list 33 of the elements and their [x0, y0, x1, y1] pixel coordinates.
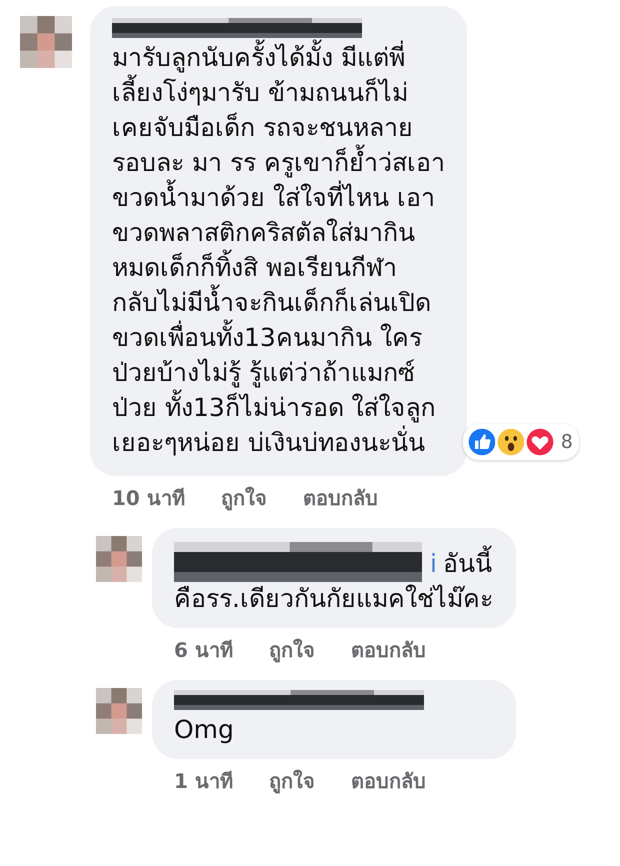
comment-text: เคยจับมือเด็ก รถจะชนหลาย: [112, 112, 413, 144]
reply-link[interactable]: ตอบกลับ: [302, 482, 378, 514]
comment-text: กลับไม่มีน้ำจะกินเด็กก็เล่นเปิด: [112, 285, 431, 320]
comment-text: Omg: [174, 714, 234, 746]
surprised-emoji-icon: [494, 426, 527, 458]
comment-text: รอบละ มา รร ครูเขาก็ย้ำว่สเอา: [112, 145, 445, 180]
reaction-count: 8: [560, 431, 573, 453]
comment-text: ขวดเพื่อนทั้ง13คนมากิน ใคร: [112, 320, 422, 355]
comment-text: ป่วยบ้างไม่รู้ รู้แต่ว่าถ้าแมกซ์: [112, 357, 415, 390]
comment-time: 6 นาที: [174, 637, 233, 664]
comment-text: ป่วย ทั้ง13ก็ไม่น่ารอด ใส่ใจลูก: [112, 390, 436, 425]
mention-link[interactable]: i: [430, 546, 437, 581]
like-link[interactable]: ถูกใจ: [268, 765, 315, 797]
pixelated-avatar[interactable]: [96, 536, 142, 582]
thumbs-up-icon: [466, 426, 498, 458]
comment-text: หมดเด็กก็ทิ้งสิ พอเรียนกีฬา: [112, 250, 397, 285]
comment-text: ขวดพลาสติกคริสตัลใส่มากิน: [112, 217, 415, 249]
comment-time: 10 นาที: [112, 485, 185, 512]
like-link[interactable]: ถูกใจ: [268, 634, 315, 666]
comment-text: ขวดน้ำมาด้วย ใส่ใจที่ไหน เอา: [112, 180, 435, 215]
reaction-pill[interactable]: 8: [462, 424, 579, 460]
heart-icon: [524, 426, 556, 458]
comment-text: อันนี้: [442, 546, 492, 581]
comment-text: มารับลูกนับครั้งได้มั้ง มีแต่พี่: [112, 40, 405, 75]
comment-text: คือรร.เดียวกันกัยแมคใช่ไม๊คะ: [174, 583, 493, 615]
comment-text: เลี้ยงโง่ๆมารับ ข้ามถนนก็ไม่: [112, 75, 408, 110]
reply-link[interactable]: ตอบกลับ: [350, 765, 426, 797]
pixelated-avatar[interactable]: [20, 16, 72, 68]
reply-link[interactable]: ตอบกลับ: [350, 634, 426, 666]
pixelated-avatar[interactable]: [96, 688, 142, 734]
comment-text: เยอะๆหน่อย บ่เงินบ่ทองนะนั่น: [112, 425, 425, 460]
like-link[interactable]: ถูกใจ: [220, 482, 267, 514]
comment-time: 1 นาที: [174, 768, 233, 795]
